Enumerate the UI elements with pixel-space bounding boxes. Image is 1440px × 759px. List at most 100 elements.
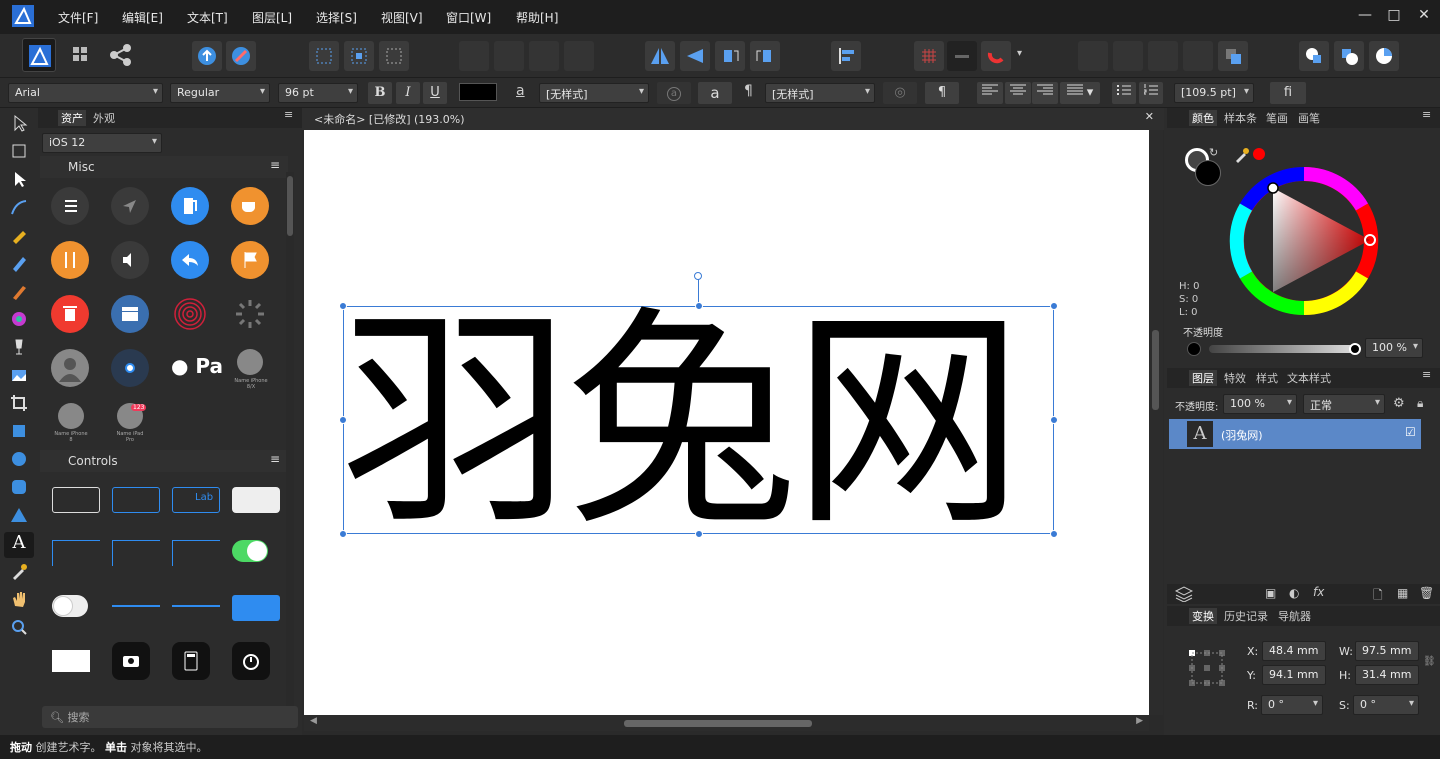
transparency-tool[interactable] xyxy=(8,336,30,358)
calculator-asset-icon[interactable] xyxy=(172,642,210,680)
label-field-control[interactable]: Lab xyxy=(172,487,220,513)
upload-cloud-button[interactable] xyxy=(192,41,222,71)
char-style-circle-button[interactable]: a xyxy=(657,82,691,104)
speaker-asset-icon[interactable] xyxy=(111,241,149,279)
numbered-list-button[interactable] xyxy=(1139,82,1163,104)
pixel-persona-button[interactable] xyxy=(64,38,98,72)
bullet-list-button[interactable] xyxy=(1112,82,1136,104)
underline-button[interactable]: U xyxy=(423,82,447,104)
apple-pay-asset-icon[interactable]: ● Pa xyxy=(171,354,223,378)
bold-button[interactable]: B xyxy=(368,82,392,104)
tab-stroke[interactable]: 笔画 xyxy=(1266,110,1288,126)
boolean-subtract-button[interactable] xyxy=(1113,41,1143,71)
tab-text-styles[interactable]: 文本样式 xyxy=(1287,370,1331,386)
menu-help[interactable]: 帮助[H] xyxy=(516,9,558,26)
artistic-text-tool[interactable]: A xyxy=(4,532,34,558)
paragraph-style-select[interactable]: [无样式] xyxy=(765,83,875,103)
fill-tool[interactable] xyxy=(8,308,30,330)
shear-field[interactable]: 0 ° xyxy=(1353,695,1419,715)
triangle-tool[interactable] xyxy=(8,504,30,526)
crop-tool[interactable] xyxy=(8,392,30,414)
layer-row[interactable]: A (羽兔网) ☑ xyxy=(1169,419,1421,449)
font-style-select[interactable]: Regular xyxy=(170,83,270,103)
arrange-front-button[interactable] xyxy=(564,41,594,71)
menu-window[interactable]: 窗口[W] xyxy=(446,9,491,26)
leading-select[interactable]: [109.5 pt] xyxy=(1174,83,1254,103)
bracket-field-control-2[interactable] xyxy=(112,540,160,566)
opacity-slider-thumb[interactable] xyxy=(1349,343,1361,355)
vertical-scrollbar[interactable] xyxy=(1149,130,1163,715)
view-tool[interactable] xyxy=(8,588,30,610)
minimize-button[interactable]: — xyxy=(1355,7,1375,27)
rotation-handle[interactable] xyxy=(694,272,702,280)
avatar-asset-icon[interactable] xyxy=(51,349,89,387)
vector-brush-tool[interactable] xyxy=(8,280,30,302)
rounded-rectangle-tool[interactable] xyxy=(8,476,30,498)
bracket-field-control-3[interactable] xyxy=(172,540,220,566)
asset-search-input[interactable]: 🔍︎ 搜索 xyxy=(42,706,298,728)
artistic-text[interactable]: 羽兔网 xyxy=(340,292,1060,552)
flip-vertical-button[interactable] xyxy=(680,41,710,71)
italic-button[interactable]: I xyxy=(396,82,420,104)
timer-asset-icon[interactable] xyxy=(232,642,270,680)
arrange-forward-button[interactable] xyxy=(529,41,559,71)
rotation-field[interactable]: 0 ° xyxy=(1261,695,1323,715)
point-transform-tool[interactable] xyxy=(8,196,30,218)
iphone-8-asset-icon[interactable] xyxy=(58,403,84,429)
tab-history[interactable]: 历史记录 xyxy=(1224,608,1268,624)
layers-stack-icon[interactable] xyxy=(1175,586,1193,602)
node-tool[interactable] xyxy=(8,168,30,190)
white-field-control[interactable] xyxy=(232,487,280,513)
tab-effects[interactable]: 特效 xyxy=(1224,370,1246,386)
trash-icon[interactable]: 🗑︎ xyxy=(1419,586,1434,600)
rectangle-tool[interactable] xyxy=(8,420,30,442)
x-field[interactable]: 48.4 mm xyxy=(1262,641,1326,661)
blend-mode-select[interactable]: 正常 xyxy=(1303,394,1385,414)
fingerprint-asset-icon[interactable] xyxy=(171,295,209,333)
menu-text[interactable]: 文本[T] xyxy=(187,9,228,26)
width-field[interactable]: 97.5 mm xyxy=(1355,641,1419,661)
slider-line-control-2[interactable] xyxy=(172,605,220,607)
close-document-icon[interactable]: ✕ xyxy=(1145,110,1154,123)
tab-color[interactable]: 颜色 xyxy=(1189,110,1217,126)
color-opacity-select[interactable]: 100 % xyxy=(1365,338,1423,358)
text-color-swatch[interactable] xyxy=(459,83,497,101)
horizontal-scrollbar[interactable]: ◀ ▶ xyxy=(304,715,1149,731)
reply-asset-icon[interactable] xyxy=(171,241,209,279)
insert-top-button[interactable] xyxy=(1369,41,1399,71)
font-family-select[interactable]: Arial xyxy=(8,83,163,103)
close-window-button[interactable]: ✕ xyxy=(1414,7,1434,27)
ligature-button[interactable]: fi xyxy=(1270,82,1306,104)
boolean-intersect-button[interactable] xyxy=(1148,41,1178,71)
bracket-field-control[interactable] xyxy=(52,540,100,566)
boolean-divide-button[interactable] xyxy=(1218,41,1248,71)
gear-icon[interactable]: ⚙ xyxy=(1393,396,1405,411)
panel-menu-icon[interactable]: ≡ xyxy=(1422,108,1431,121)
tab-appearance[interactable]: 外观 xyxy=(93,110,115,126)
adjustment-icon[interactable]: ◐ xyxy=(1289,586,1299,600)
invert-selection-button[interactable] xyxy=(379,41,409,71)
pencil-tool[interactable] xyxy=(8,252,30,274)
align-text-left-button[interactable] xyxy=(977,82,1003,104)
location-asset-icon[interactable] xyxy=(111,187,149,225)
snap-toggle-button[interactable] xyxy=(947,41,977,71)
spinner-asset-icon[interactable] xyxy=(231,295,269,333)
flag-asset-icon[interactable] xyxy=(231,241,269,279)
snapping-dropdown-icon[interactable]: ▾ xyxy=(1017,48,1022,59)
opacity-slider[interactable] xyxy=(1209,345,1355,353)
boolean-add-button[interactable] xyxy=(1078,41,1108,71)
picked-color-swatch[interactable] xyxy=(1253,148,1265,160)
trash-asset-icon[interactable] xyxy=(51,295,89,333)
fx-icon[interactable]: fx xyxy=(1313,585,1324,599)
controls-section-header[interactable]: Controls ≡ xyxy=(40,450,288,472)
arrange-backward-button[interactable] xyxy=(494,41,524,71)
menu-select[interactable]: 选择[S] xyxy=(316,9,357,26)
menu-file[interactable]: 文件[F] xyxy=(58,9,98,26)
slider-line-control[interactable] xyxy=(112,605,160,607)
flip-horizontal-button[interactable] xyxy=(645,41,675,71)
zoom-tool[interactable] xyxy=(8,616,30,638)
panel-menu-icon[interactable]: ≡ xyxy=(284,108,293,121)
char-a-button[interactable]: a xyxy=(698,82,732,104)
maximize-button[interactable]: □ xyxy=(1384,7,1404,27)
pen-tool[interactable] xyxy=(8,224,30,246)
